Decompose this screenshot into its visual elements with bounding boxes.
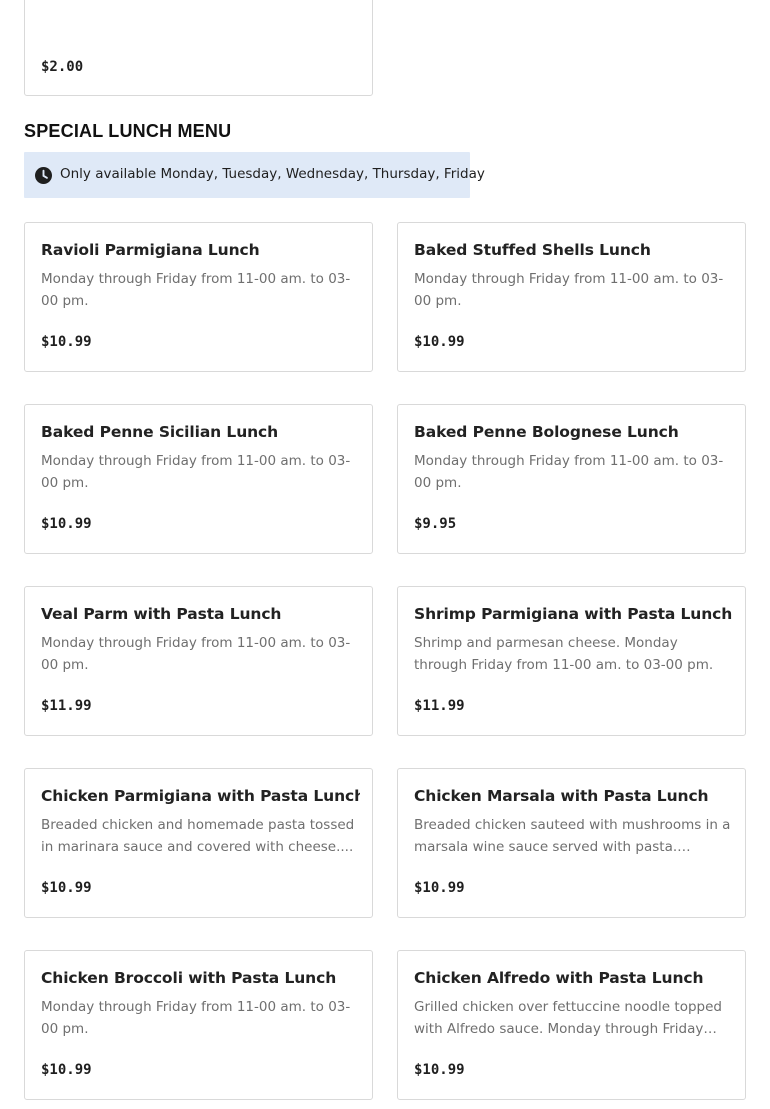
item-name: Ravioli Parmigiana Lunch: [41, 241, 260, 259]
item-price: $2.00: [41, 59, 84, 75]
item-price: $10.99: [414, 334, 465, 350]
menu-page: $2.00 SPECIAL LUNCH MENU Only available …: [0, 0, 770, 1109]
menu-item-card[interactable]: Baked Stuffed Shells Lunch Monday throug…: [397, 222, 746, 372]
menu-item-card[interactable]: Chicken Alfredo with Pasta Lunch Grilled…: [397, 950, 746, 1100]
section-title: SPECIAL LUNCH MENU: [24, 121, 232, 141]
menu-item-card[interactable]: $2.00: [24, 0, 373, 96]
item-name: Baked Penne Sicilian Lunch: [41, 423, 279, 441]
availability-text: Only available Monday, Tuesday, Wednesda…: [60, 166, 485, 182]
item-description: Monday through Friday from 11-00 am. to …: [41, 271, 351, 309]
item-price: $11.99: [414, 698, 465, 714]
item-description: Monday through Friday from 11-00 am. to …: [41, 453, 351, 491]
menu-item-card[interactable]: Ravioli Parmigiana Lunch Monday through …: [24, 222, 373, 372]
item-name: Chicken Alfredo with Pasta Lunch: [414, 969, 704, 987]
item-price: $10.99: [41, 334, 92, 350]
item-price: $10.99: [414, 880, 465, 896]
menu-item-card[interactable]: Chicken Marsala with Pasta Lunch Breaded…: [397, 768, 746, 918]
availability-banner: Only available Monday, Tuesday, Wednesda…: [24, 152, 485, 198]
item-name: Shrimp Parmigiana with Pasta Lunch: [414, 605, 733, 623]
item-name: Baked Stuffed Shells Lunch: [414, 241, 651, 259]
item-description: Grilled chicken over fettuccine noodle t…: [414, 999, 722, 1037]
item-name: Chicken Broccoli with Pasta Lunch: [41, 969, 337, 987]
item-name: Chicken Parmigiana with Pasta Lunch: [41, 787, 360, 805]
item-description: Breaded chicken sauteed with mushrooms i…: [414, 817, 731, 855]
item-price: $10.99: [41, 880, 92, 896]
menu-item-card[interactable]: Baked Penne Bolognese Lunch Monday throu…: [397, 404, 746, 554]
item-name: Chicken Marsala with Pasta Lunch: [414, 787, 709, 805]
item-name: Veal Parm with Pasta Lunch: [41, 605, 282, 623]
item-price: $11.99: [41, 698, 92, 714]
menu-item-card[interactable]: Baked Penne Sicilian Lunch Monday throug…: [24, 404, 373, 554]
item-description: Monday through Friday from 11-00 am. to …: [41, 999, 351, 1037]
item-price: $10.99: [41, 516, 92, 532]
item-description: Monday through Friday from 11-00 am. to …: [414, 453, 724, 491]
menu-item-card[interactable]: Chicken Broccoli with Pasta Lunch Monday…: [24, 950, 373, 1100]
menu-item-card[interactable]: Chicken Parmigiana with Pasta Lunch Brea…: [24, 768, 373, 918]
item-description: Monday through Friday from 11-00 am. to …: [414, 271, 724, 309]
item-price: $10.99: [414, 1062, 465, 1078]
item-price: $10.99: [41, 1062, 92, 1078]
item-description: Monday through Friday from 11-00 am. to …: [41, 635, 351, 673]
item-price: $9.95: [414, 516, 457, 532]
item-description: Shrimp and parmesan cheese. Monday throu…: [414, 635, 714, 673]
clock-icon: [35, 167, 52, 184]
item-name: Baked Penne Bolognese Lunch: [414, 423, 679, 441]
menu-item-card[interactable]: Veal Parm with Pasta Lunch Monday throug…: [24, 586, 373, 736]
menu-item-card[interactable]: Shrimp Parmigiana with Pasta Lunch Shrim…: [397, 586, 746, 736]
item-description: Breaded chicken and homemade pasta tosse…: [41, 817, 355, 855]
